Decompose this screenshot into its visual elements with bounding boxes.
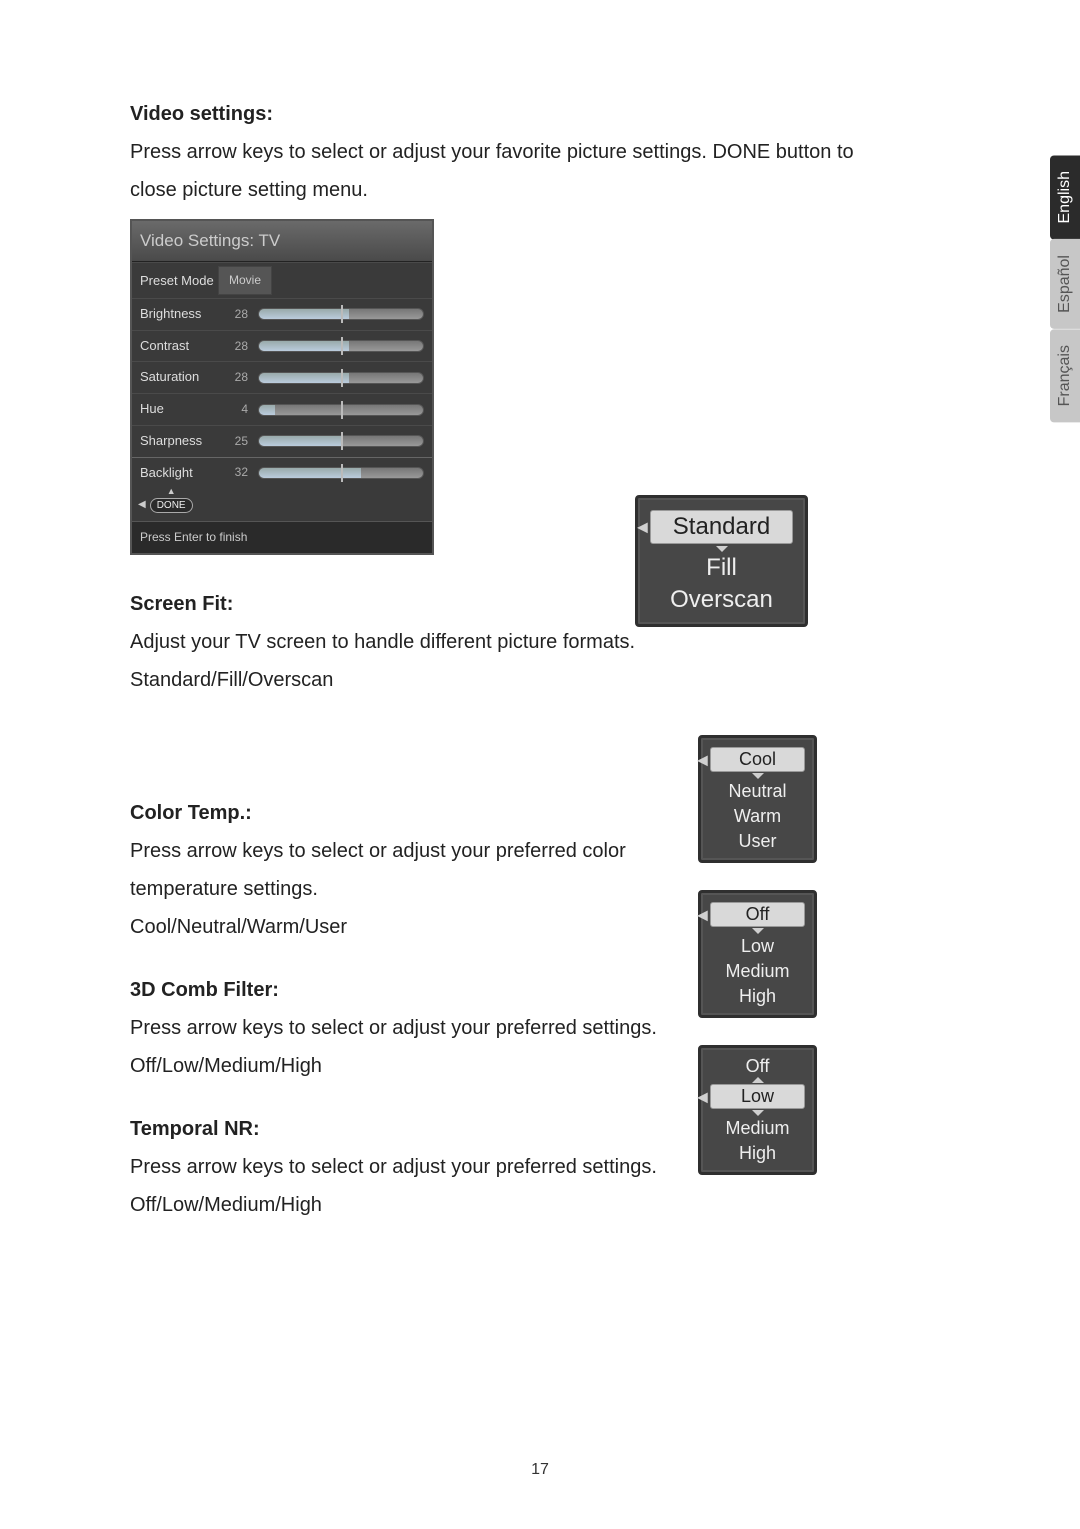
section-screen-fit: Screen Fit: Adjust your TV screen to han… [130,585,950,699]
temporal-option-low[interactable]: ◀ Low [710,1084,805,1109]
video-settings-heading: Video settings: [130,95,950,133]
language-tabs: English Español Français [1050,155,1080,423]
lang-tab-francais[interactable]: Français [1050,329,1080,422]
comb-filter-body-1: Press arrow keys to select or adjust you… [130,1009,950,1047]
brightness-value: 28 [218,303,248,326]
color-temp-body-1: Press arrow keys to select or adjust you… [130,832,950,870]
saturation-row[interactable]: Saturation 28 [132,361,432,393]
chevron-left-icon: ◀ [697,906,708,923]
saturation-value: 28 [218,366,248,389]
temporal-nr-body-2: Off/Low/Medium/High [130,1186,950,1224]
sharpness-value: 25 [218,430,248,453]
comb-filter-menu: ◀ Off Low Medium High [698,890,817,1018]
comb-selected-label: Off [746,904,770,924]
hue-row[interactable]: Hue 4 [132,393,432,425]
section-color-temp: Color Temp.: Press arrow keys to select … [130,794,950,946]
screen-fit-selected-label: Standard [673,513,770,540]
page-content: Video settings: Press arrow keys to sele… [0,0,1080,1224]
chevron-left-icon: ◀ [697,751,708,768]
section-comb-filter: 3D Comb Filter: Press arrow keys to sele… [130,971,950,1085]
screen-fit-heading: Screen Fit: [130,585,950,623]
preset-mode-label: Preset Mode [140,273,218,289]
color-temp-body-2: temperature settings. [130,870,950,908]
video-settings-body-2: close picture setting menu. [130,171,950,209]
color-temp-option-cool[interactable]: ◀ Cool [710,747,805,772]
temporal-option-high[interactable]: High [705,1141,810,1166]
color-temp-body-3: Cool/Neutral/Warm/User [130,908,950,946]
comb-filter-body-2: Off/Low/Medium/High [130,1047,950,1085]
color-temp-menu: ◀ Cool Neutral Warm User [698,735,817,863]
color-temp-selected-label: Cool [739,749,776,769]
screen-fit-body-2: Standard/Fill/Overscan [130,661,950,699]
lang-tab-english[interactable]: English [1050,155,1080,239]
video-settings-panel: Video Settings: TV Preset Mode Movie Bri… [130,219,434,555]
backlight-slider[interactable] [258,467,424,479]
color-temp-option-neutral[interactable]: Neutral [705,779,810,804]
brightness-row[interactable]: Brightness 28 [132,298,432,330]
temporal-nr-menu: Off ◀ Low Medium High [698,1045,817,1175]
screen-fit-option-fill[interactable]: Fill [644,552,799,584]
color-temp-option-user[interactable]: User [705,829,810,854]
temporal-nr-body-1: Press arrow keys to select or adjust you… [130,1148,950,1186]
comb-option-off[interactable]: ◀ Off [710,902,805,927]
preset-mode-row[interactable]: Preset Mode Movie [132,262,432,298]
sharpness-row[interactable]: Sharpness 25 [132,425,432,457]
temporal-option-off[interactable]: Off [705,1054,810,1077]
comb-filter-heading: 3D Comb Filter: [130,971,950,1009]
backlight-value: 32 [218,461,248,484]
comb-option-low[interactable]: Low [705,934,810,959]
sharpness-label: Sharpness [140,429,218,454]
chevron-up-icon: ▲ [167,483,176,500]
backlight-label: Backlight [140,461,218,486]
page-number: 17 [0,1461,1080,1479]
section-video-settings: Video settings: Press arrow keys to sele… [130,95,950,555]
temporal-selected-label: Low [741,1086,774,1106]
lang-tab-espanol[interactable]: Español [1050,239,1080,329]
preset-mode-value[interactable]: Movie [218,266,272,295]
color-temp-option-warm[interactable]: Warm [705,804,810,829]
screen-fit-option-overscan[interactable]: Overscan [644,584,799,616]
done-row: ◀ ▲ DONE [132,488,432,521]
hue-label: Hue [140,397,218,422]
brightness-slider[interactable] [258,308,424,320]
video-settings-body-1: Press arrow keys to select or adjust you… [130,133,950,171]
screen-fit-body-1: Adjust your TV screen to handle differen… [130,623,950,661]
done-button[interactable]: DONE [150,498,193,513]
hue-value: 4 [218,398,248,421]
contrast-label: Contrast [140,334,218,359]
chevron-up-icon [752,1077,764,1083]
backlight-row[interactable]: Backlight 32 [132,457,432,489]
video-settings-panel-title: Video Settings: TV [132,221,432,262]
contrast-value: 28 [218,335,248,358]
contrast-slider[interactable] [258,340,424,352]
section-temporal-nr: Temporal NR: Press arrow keys to select … [130,1110,950,1224]
chevron-left-icon: ◀ [637,519,648,536]
chevron-left-icon: ◀ [697,1088,708,1105]
contrast-row[interactable]: Contrast 28 [132,330,432,362]
screen-fit-option-standard[interactable]: ◀ Standard [650,510,793,544]
brightness-label: Brightness [140,302,218,327]
screen-fit-menu: ◀ Standard Fill Overscan [635,495,808,627]
comb-option-high[interactable]: High [705,984,810,1009]
sharpness-slider[interactable] [258,435,424,447]
temporal-option-medium[interactable]: Medium [705,1116,810,1141]
panel-footer: Press Enter to finish [132,521,432,553]
hue-slider[interactable] [258,404,424,416]
color-temp-heading: Color Temp.: [130,794,950,832]
saturation-label: Saturation [140,365,218,390]
comb-option-medium[interactable]: Medium [705,959,810,984]
chevron-left-icon: ◀ [138,495,146,514]
temporal-nr-heading: Temporal NR: [130,1110,950,1148]
saturation-slider[interactable] [258,372,424,384]
